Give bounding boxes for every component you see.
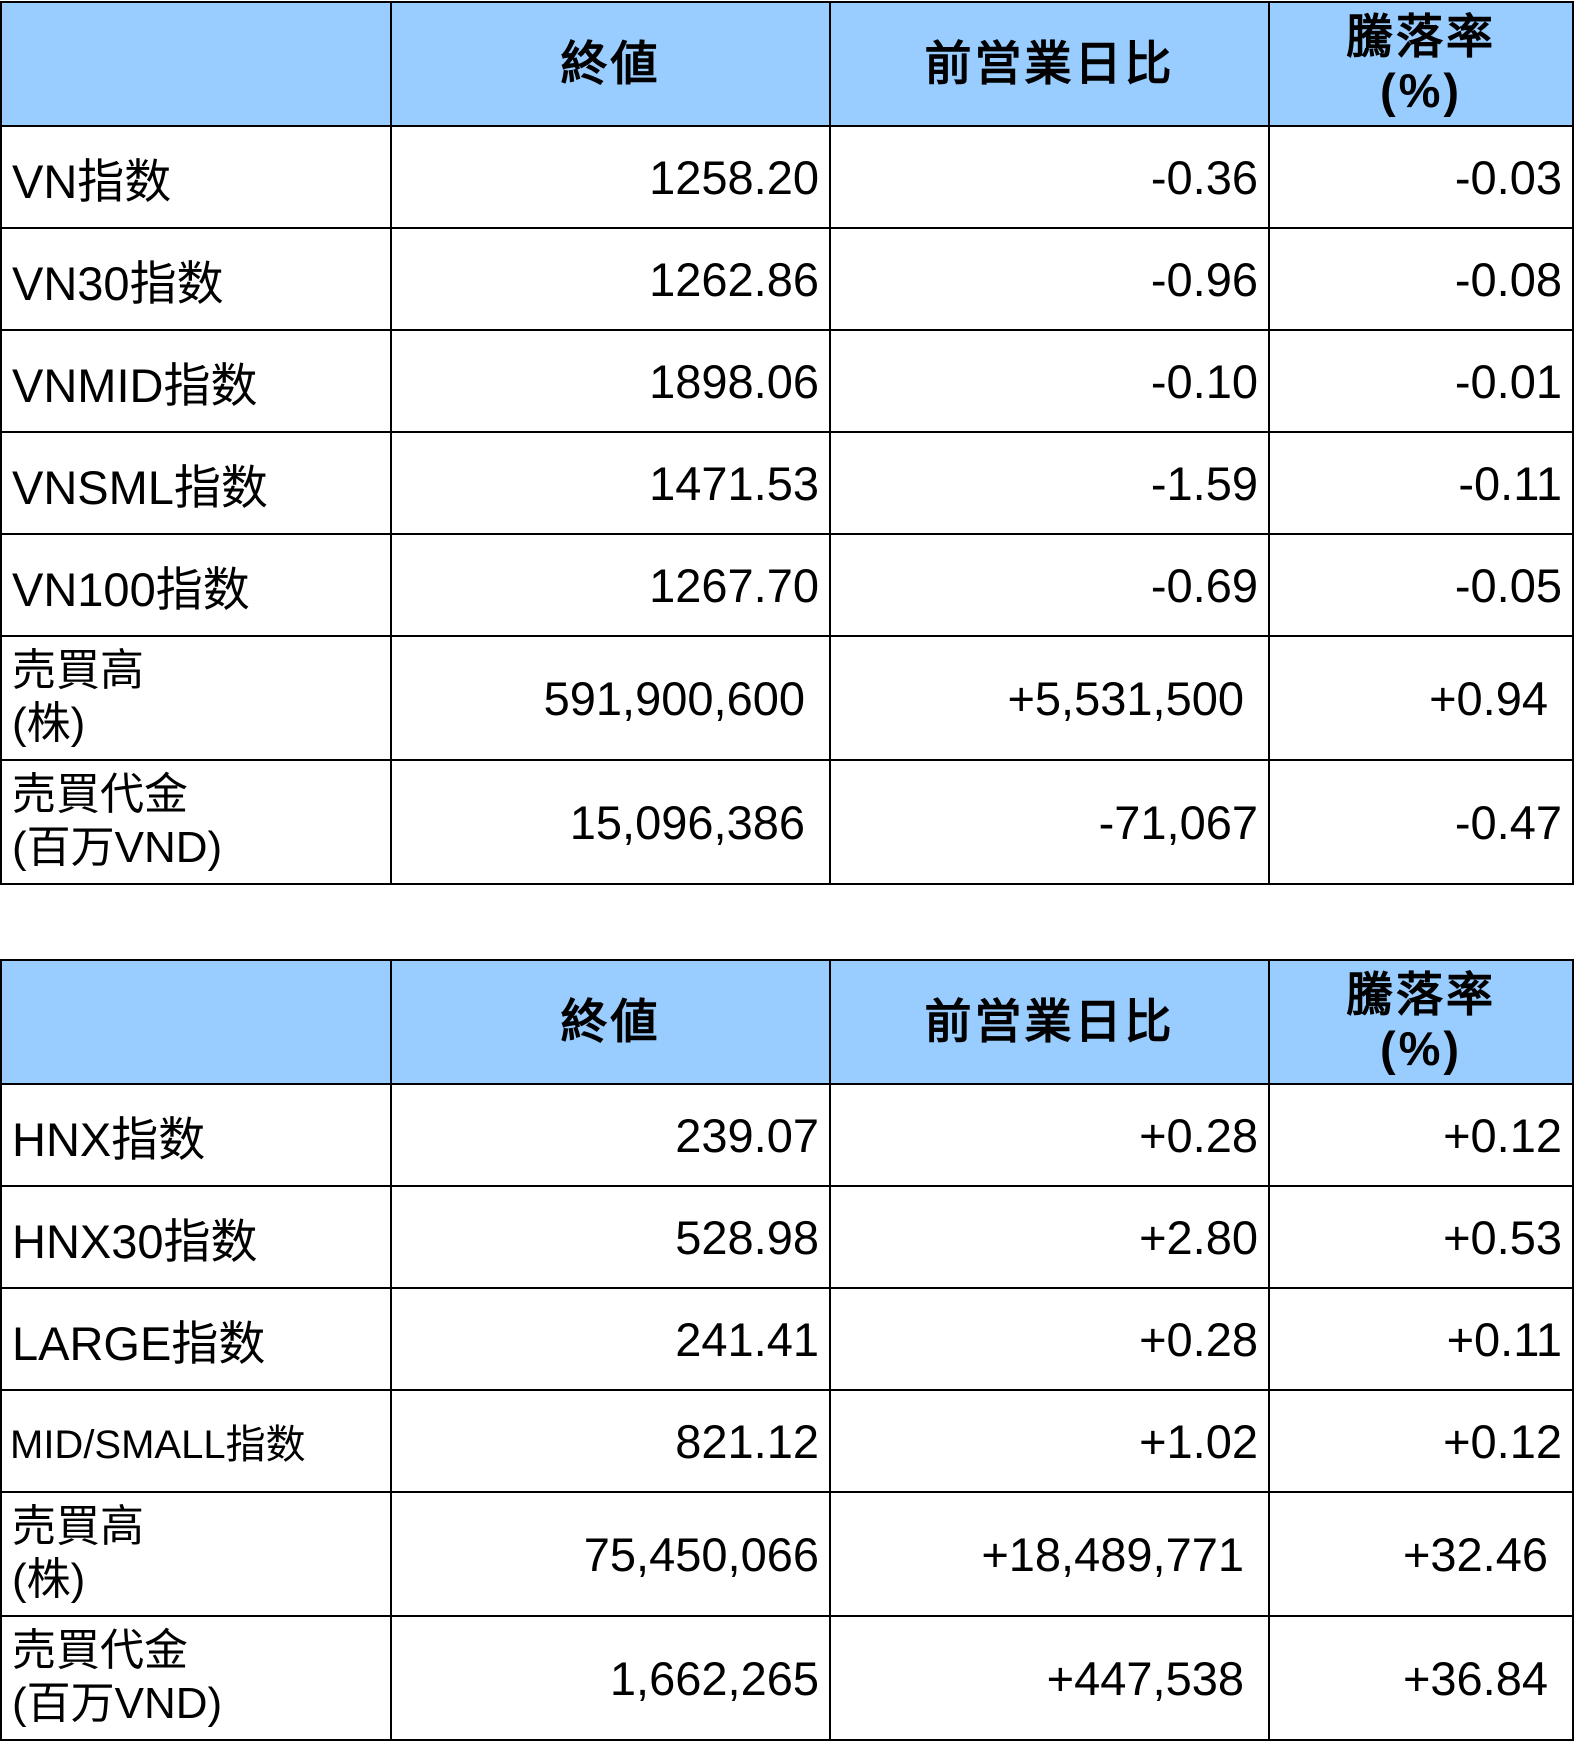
row-label: VN30指数 — [0, 227, 392, 331]
change-value: +0.28 — [829, 1287, 1270, 1391]
volume-change: +5,531,500 — [829, 635, 1270, 761]
header-change: 前営業日比 — [829, 959, 1270, 1085]
value-change: +447,538 — [829, 1615, 1270, 1741]
close-value: 1471.53 — [390, 431, 831, 535]
header-rate-line1: 騰落率 — [1346, 967, 1496, 1021]
volume-row: 売買高 (株) 75,450,066 +18,489,771 +32.46 — [0, 1491, 1574, 1617]
value-label-line1: 売買代金 — [12, 770, 188, 820]
row-label: LARGE指数 — [0, 1287, 392, 1391]
close-value: 1898.06 — [390, 329, 831, 433]
rate-value: -0.08 — [1268, 227, 1574, 331]
row-label: VN指数 — [0, 125, 392, 229]
rate-value: +0.12 — [1268, 1083, 1574, 1187]
row-label: VNMID指数 — [0, 329, 392, 433]
header-blank-cell — [0, 1, 392, 127]
value-label-line2: (百万VND) — [12, 1679, 223, 1728]
close-value: 1258.20 — [390, 125, 831, 229]
table-row: HNX30指数 528.98 +2.80 +0.53 — [0, 1185, 1574, 1289]
value-label: 売買代金 (百万VND) — [0, 1615, 392, 1741]
value-row: 売買代金 (百万VND) 1,662,265 +447,538 +36.84 — [0, 1615, 1574, 1741]
table-row: VN30指数 1262.86 -0.96 -0.08 — [0, 227, 1574, 331]
value-label: 売買代金 (百万VND) — [0, 759, 392, 885]
volume-label-line1: 売買高 — [12, 1502, 144, 1552]
header-close: 終値 — [390, 1, 831, 127]
table-row: HNX指数 239.07 +0.28 +0.12 — [0, 1083, 1574, 1187]
header-blank-cell — [0, 959, 392, 1085]
volume-change: +18,489,771 — [829, 1491, 1270, 1617]
volume-label: 売買高 (株) — [0, 635, 392, 761]
table-header-row: 終値 前営業日比 騰落率 (%) — [0, 959, 1574, 1085]
value-row: 売買代金 (百万VND) 15,096,386 -71,067 -0.47 — [0, 759, 1574, 885]
change-value: +1.02 — [829, 1389, 1270, 1493]
change-value: -1.59 — [829, 431, 1270, 535]
rate-value: -0.11 — [1268, 431, 1574, 535]
change-value: -0.69 — [829, 533, 1270, 637]
value-label-line1: 売買代金 — [12, 1626, 188, 1676]
value-label-line2: (百万VND) — [12, 823, 223, 872]
close-value: 1262.86 — [390, 227, 831, 331]
table-row: MID/SMALL指数 821.12 +1.02 +0.12 — [0, 1389, 1574, 1493]
rate-value: +0.53 — [1268, 1185, 1574, 1289]
close-value: 821.12 — [390, 1389, 831, 1493]
value-close: 1,662,265 — [390, 1615, 831, 1741]
close-value: 528.98 — [390, 1185, 831, 1289]
change-value: +2.80 — [829, 1185, 1270, 1289]
header-rate: 騰落率 (%) — [1268, 959, 1574, 1085]
header-rate: 騰落率 (%) — [1268, 1, 1574, 127]
close-value: 239.07 — [390, 1083, 831, 1187]
change-value: -0.10 — [829, 329, 1270, 433]
table-row: VN100指数 1267.70 -0.69 -0.05 — [0, 533, 1574, 637]
close-value: 241.41 — [390, 1287, 831, 1391]
rate-value: -0.03 — [1268, 125, 1574, 229]
volume-rate: +32.46 — [1268, 1491, 1574, 1617]
change-value: -0.96 — [829, 227, 1270, 331]
value-rate: -0.47 — [1268, 759, 1574, 885]
table-row: VNSML指数 1471.53 -1.59 -0.11 — [0, 431, 1574, 535]
change-value: +0.28 — [829, 1083, 1270, 1187]
rate-value: +0.11 — [1268, 1287, 1574, 1391]
hnx-market-table: 終値 前営業日比 騰落率 (%) HNX指数 239.07 +0.28 +0.1… — [0, 959, 1574, 1741]
rate-value: +0.12 — [1268, 1389, 1574, 1493]
row-label: MID/SMALL指数 — [0, 1389, 392, 1493]
table-row: VNMID指数 1898.06 -0.10 -0.01 — [0, 329, 1574, 433]
value-close: 15,096,386 — [390, 759, 831, 885]
volume-rate: +0.94 — [1268, 635, 1574, 761]
row-label: VNSML指数 — [0, 431, 392, 535]
header-rate-line1: 騰落率 — [1346, 9, 1496, 63]
volume-close: 591,900,600 — [390, 635, 831, 761]
change-value: -0.36 — [829, 125, 1270, 229]
header-close: 終値 — [390, 959, 831, 1085]
hose-market-table: 終値 前営業日比 騰落率 (%) VN指数 1258.20 -0.36 -0.0… — [0, 1, 1574, 885]
row-label: HNX30指数 — [0, 1185, 392, 1289]
close-value: 1267.70 — [390, 533, 831, 637]
volume-close: 75,450,066 — [390, 1491, 831, 1617]
rate-value: -0.05 — [1268, 533, 1574, 637]
header-rate-line2: (%) — [1379, 64, 1463, 117]
page: 終値 前営業日比 騰落率 (%) VN指数 1258.20 -0.36 -0.0… — [0, 0, 1576, 1751]
volume-label-line2: (株) — [12, 699, 86, 748]
row-label: VN100指数 — [0, 533, 392, 637]
table-row: LARGE指数 241.41 +0.28 +0.11 — [0, 1287, 1574, 1391]
value-change: -71,067 — [829, 759, 1270, 885]
table-header-row: 終値 前営業日比 騰落率 (%) — [0, 1, 1574, 127]
volume-row: 売買高 (株) 591,900,600 +5,531,500 +0.94 — [0, 635, 1574, 761]
header-rate-line2: (%) — [1379, 1022, 1463, 1075]
header-change: 前営業日比 — [829, 1, 1270, 127]
rate-value: -0.01 — [1268, 329, 1574, 433]
volume-label: 売買高 (株) — [0, 1491, 392, 1617]
volume-label-line2: (株) — [12, 1555, 86, 1604]
volume-label-line1: 売買高 — [12, 646, 144, 696]
row-label: HNX指数 — [0, 1083, 392, 1187]
table-row: VN指数 1258.20 -0.36 -0.03 — [0, 125, 1574, 229]
value-rate: +36.84 — [1268, 1615, 1574, 1741]
